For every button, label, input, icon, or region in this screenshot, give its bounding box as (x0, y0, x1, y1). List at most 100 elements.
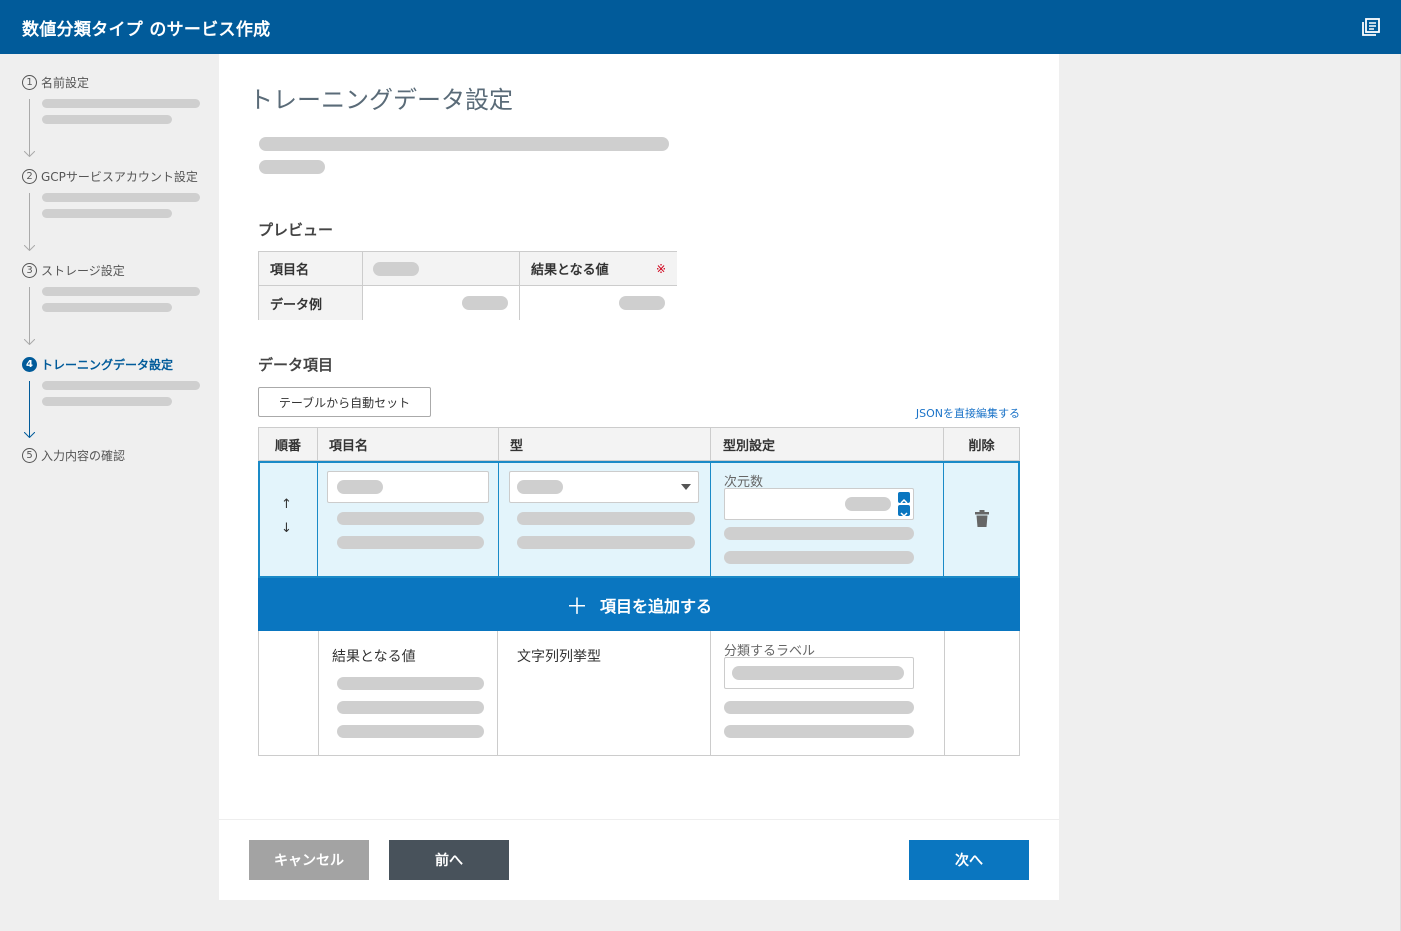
col-order: 順番 (258, 427, 318, 461)
arrow-down-icon (24, 245, 35, 251)
skeleton-pill (619, 296, 665, 310)
skeleton-line (42, 381, 200, 390)
autoset-from-table-button[interactable]: テーブルから自動セット (258, 387, 431, 417)
skeleton-line (42, 287, 200, 296)
cell-divider (498, 461, 499, 578)
skeleton-line (42, 115, 172, 124)
step-label: 名前設定 (41, 75, 90, 90)
skeleton-line (337, 725, 484, 738)
step-label: GCPサービスアカウント設定 (41, 169, 198, 184)
step-5[interactable]: 5 入力内容の確認 (22, 445, 125, 465)
page-header-title: 数値分類タイプ のサービス作成 (22, 20, 271, 40)
step-label: ストレージ設定 (41, 263, 125, 278)
page-title: トレーニングデータ設定 (249, 86, 513, 114)
step-connector (29, 287, 30, 344)
prev-button[interactable]: 前へ (389, 840, 509, 880)
move-down-button[interactable]: ↓ (281, 521, 292, 536)
item-name-input[interactable] (327, 471, 489, 503)
preview-table: 項目名 結果となる値 ※ データ例 (258, 251, 677, 320)
skeleton-pill (845, 497, 891, 511)
add-item-button[interactable]: ＋ 項目を追加する (258, 578, 1020, 631)
move-up-button[interactable]: ↑ (281, 497, 292, 512)
next-button[interactable]: 次へ (909, 840, 1029, 880)
dimension-number-input[interactable] (724, 488, 914, 520)
step-3[interactable]: 3 ストレージ設定 (22, 260, 125, 280)
skeleton-pill (373, 262, 419, 276)
cell-divider (710, 631, 711, 755)
result-item-type: 文字列列挙型 (517, 649, 601, 665)
cell-divider (497, 631, 498, 755)
skeleton-line (42, 99, 200, 108)
skeleton-pill (462, 296, 508, 310)
type-select[interactable] (509, 471, 699, 503)
skeleton-line (337, 701, 484, 714)
arrow-down-icon (24, 432, 35, 438)
edit-json-link[interactable]: JSONを直接編集する (880, 405, 1020, 421)
add-item-label: 項目を追加する (600, 596, 713, 616)
col-type: 型 (499, 427, 711, 461)
skeleton-line (42, 193, 200, 202)
step-label: 入力内容の確認 (41, 448, 126, 463)
skeleton-line (337, 536, 484, 549)
result-item-name: 結果となる値 (332, 649, 416, 665)
cancel-button[interactable]: キャンセル (249, 840, 369, 880)
cell-divider (317, 461, 318, 578)
required-mark: ※ (655, 261, 666, 276)
preview-result-label: 結果となる値 (531, 263, 609, 278)
skeleton-line (517, 512, 695, 525)
preview-row2-label: データ例 (259, 286, 363, 320)
skeleton-line (517, 536, 695, 549)
preview-result-header: 結果となる値 ※ (520, 252, 677, 286)
step-connector (29, 193, 30, 250)
step-number: 5 (22, 447, 37, 463)
arrow-down-icon (24, 339, 35, 345)
preview-result-example-cell (520, 286, 677, 320)
step-4[interactable]: 4 トレーニングデータ設定 (22, 354, 173, 374)
class-labels-input[interactable] (724, 657, 914, 689)
chevron-down-icon (900, 512, 908, 518)
skeleton-line (724, 527, 914, 540)
skeleton-line (259, 160, 325, 174)
step-connector (29, 99, 30, 156)
step-number: 2 (22, 168, 37, 184)
data-items-title: データ項目 (258, 356, 334, 374)
step-1[interactable]: 1 名前設定 (22, 72, 89, 92)
arrow-down-icon (24, 151, 35, 157)
skeleton-line (42, 397, 172, 406)
col-type-setting: 型別設定 (711, 427, 944, 461)
chevron-down-icon (681, 484, 691, 490)
trash-icon[interactable] (975, 510, 989, 527)
step-number: 1 (22, 74, 37, 90)
col-delete: 削除 (944, 427, 1020, 461)
skeleton-pill (337, 480, 383, 494)
step-number: 3 (22, 262, 37, 278)
skeleton-line (337, 512, 484, 525)
cell-divider (944, 631, 945, 755)
step-connector (29, 381, 30, 437)
cell-divider (710, 461, 711, 578)
app-header: 数値分類タイプ のサービス作成 (0, 0, 1401, 54)
skeleton-line (724, 725, 914, 738)
cell-divider (943, 461, 944, 578)
step-number: 4 (22, 356, 37, 372)
preview-row1-label: 項目名 (259, 252, 363, 286)
spinner-up-button[interactable] (898, 492, 910, 504)
skeleton-line (724, 551, 914, 564)
document-stack-icon[interactable] (1362, 18, 1380, 36)
preview-title: プレビュー (258, 221, 334, 239)
skeleton-pill (517, 480, 563, 494)
spinner-down-button[interactable] (898, 505, 910, 518)
step-2[interactable]: 2 GCPサービスアカウント設定 (22, 166, 198, 186)
skeleton-line (42, 303, 172, 312)
skeleton-line (42, 209, 172, 218)
skeleton-line (724, 701, 914, 714)
plus-icon: ＋ (565, 594, 588, 620)
skeleton-pill (732, 666, 904, 680)
col-name: 項目名 (318, 427, 499, 461)
skeleton-line (337, 677, 484, 690)
preview-name-cell (363, 252, 520, 286)
step-label: トレーニングデータ設定 (41, 357, 174, 372)
skeleton-line (259, 137, 669, 151)
preview-example-cell (363, 286, 520, 320)
cell-divider (318, 631, 319, 755)
